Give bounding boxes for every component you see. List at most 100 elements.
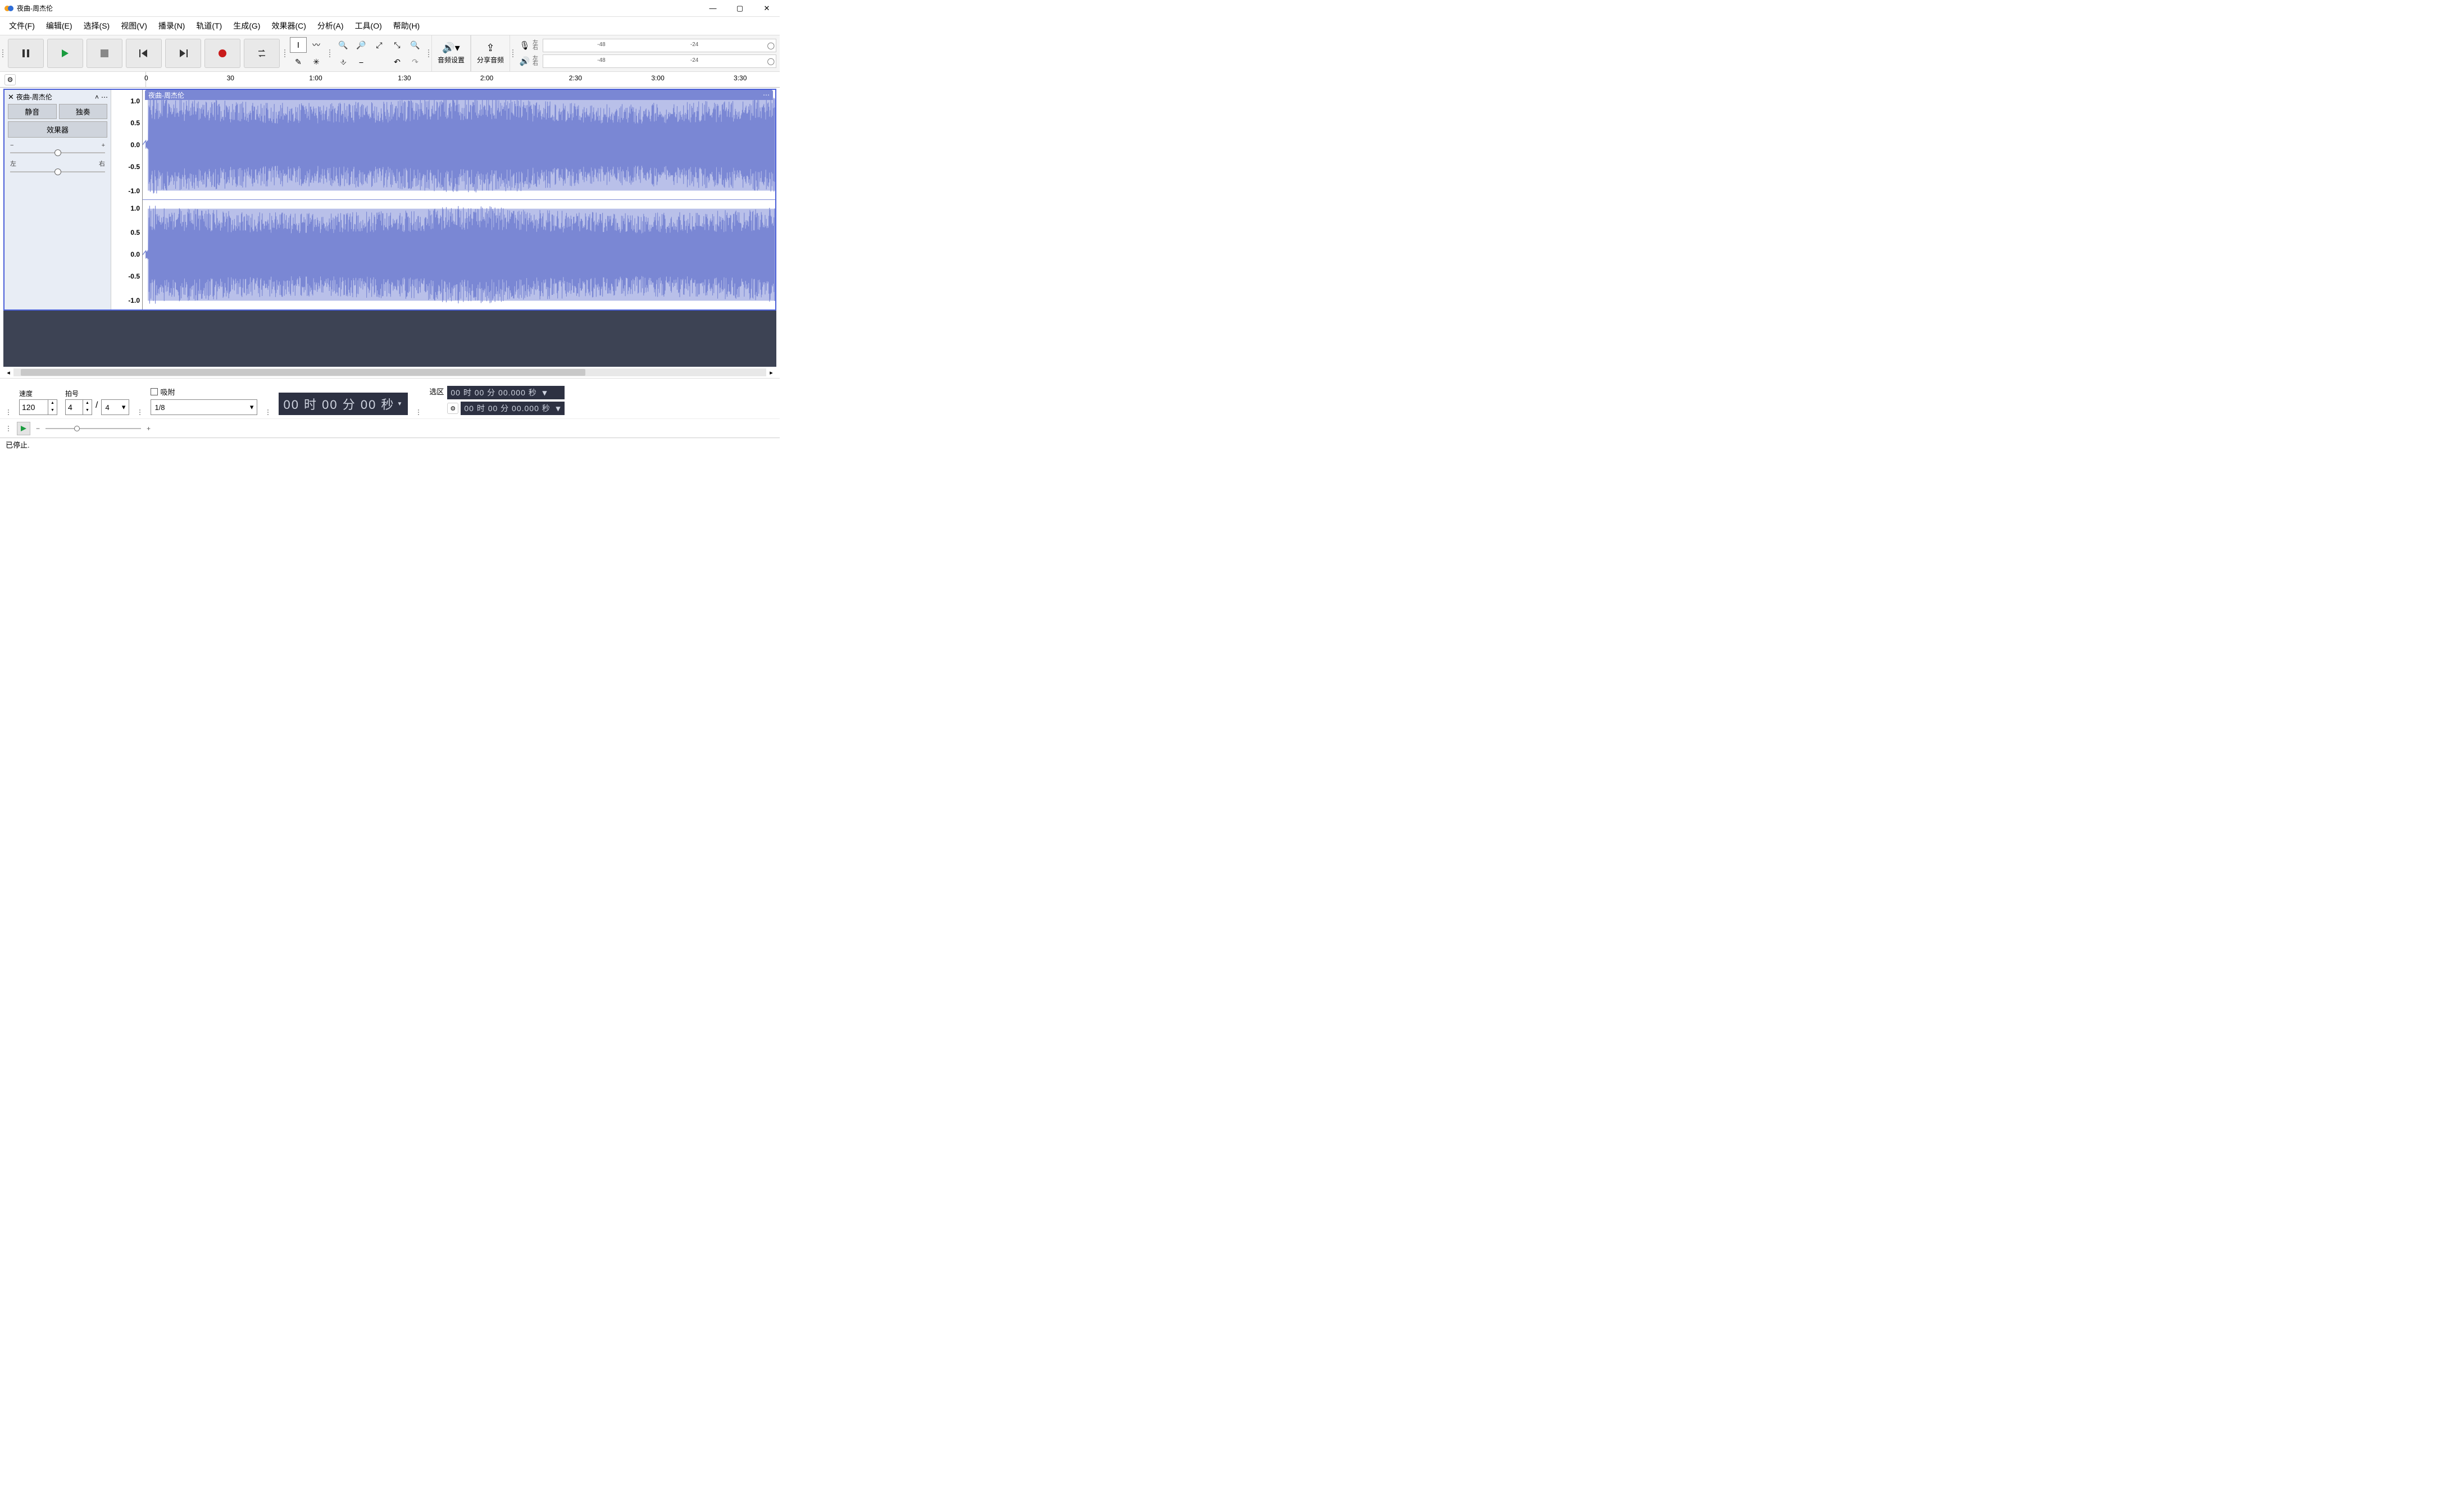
- toolbar-grip-5[interactable]: [510, 35, 516, 71]
- scroll-right-button[interactable]: ▸: [766, 369, 776, 376]
- zoom-out-button[interactable]: 🔎: [353, 37, 370, 53]
- main-timecode[interactable]: 00 时 00 分 00 秒▼: [279, 393, 408, 415]
- pan-slider[interactable]: 左右: [4, 158, 111, 177]
- loop-icon: [257, 49, 267, 58]
- track-close-button[interactable]: ✕: [8, 93, 14, 102]
- toolbar-grip-4[interactable]: [426, 35, 431, 71]
- playback-meter[interactable]: -48 -24 ◯: [543, 54, 776, 68]
- speed-grip[interactable]: [6, 426, 11, 431]
- skip-end-button[interactable]: [165, 39, 201, 68]
- horizontal-scrollbar[interactable]: ◂ ▸: [3, 367, 776, 378]
- loop-button[interactable]: [244, 39, 280, 68]
- gain-slider[interactable]: −+: [4, 141, 111, 158]
- bottom-grip-3[interactable]: [265, 409, 271, 415]
- menu-view[interactable]: 视图(V): [116, 18, 152, 34]
- silence-button[interactable]: ⎯: [353, 54, 370, 70]
- clip-title-bar[interactable]: 夜曲-周杰伦 ⋯: [145, 90, 773, 100]
- skip-start-button[interactable]: [126, 39, 162, 68]
- fit-selection-button[interactable]: ⤢: [371, 37, 388, 53]
- mic-icon[interactable]: 🎙: [519, 40, 530, 51]
- menu-tools[interactable]: 工具(O): [351, 18, 386, 34]
- toolbar-grip[interactable]: [0, 35, 6, 71]
- menu-edit[interactable]: 编辑(E): [42, 18, 77, 34]
- gain-thumb[interactable]: [54, 149, 61, 156]
- selection-settings-button[interactable]: ⚙: [447, 403, 458, 414]
- envelope-tool[interactable]: 〰: [308, 37, 325, 53]
- tempo-down[interactable]: ▼: [48, 407, 57, 415]
- bottom-grip-1[interactable]: [6, 409, 11, 415]
- playback-speaker-icon[interactable]: 🔊: [519, 56, 530, 66]
- menu-generate[interactable]: 生成(G): [229, 18, 265, 34]
- fit-project-icon: ⤡: [394, 40, 400, 50]
- rec-meter-knob-icon[interactable]: ◯: [767, 42, 775, 49]
- track-menu-button[interactable]: ⋯: [101, 93, 107, 101]
- audio-setup-button[interactable]: 🔊▾ 音频设置: [431, 35, 471, 71]
- speed-min: −: [36, 425, 40, 432]
- zoom-toggle-icon: 🔍: [410, 40, 420, 50]
- play-button[interactable]: [47, 39, 83, 68]
- mute-button[interactable]: 静音: [8, 104, 57, 119]
- menu-help[interactable]: 帮助(H): [389, 18, 424, 34]
- toolbar-grip-2[interactable]: [282, 35, 288, 71]
- track-collapse-button[interactable]: ˄: [95, 93, 99, 101]
- record-button[interactable]: [204, 39, 240, 68]
- tempo-up[interactable]: ▲: [48, 400, 57, 407]
- menu-select[interactable]: 选择(S): [79, 18, 115, 34]
- timecode-dropdown-icon[interactable]: ▼: [397, 401, 403, 407]
- menu-transport[interactable]: 播录(N): [154, 18, 189, 34]
- timesig-lower[interactable]: 4▾: [101, 399, 129, 415]
- window-close-button[interactable]: ✕: [758, 4, 775, 13]
- multi-tool[interactable]: ✳: [308, 54, 325, 70]
- menu-analyze[interactable]: 分析(A): [313, 18, 348, 34]
- tempo-input[interactable]: ▲▼: [19, 399, 57, 415]
- speed-slider[interactable]: [46, 428, 141, 429]
- pan-thumb[interactable]: [54, 168, 61, 175]
- skip-end-icon: [179, 49, 188, 57]
- zoom-toggle-button[interactable]: 🔍: [407, 37, 424, 53]
- fit-project-button[interactable]: ⤡: [389, 37, 406, 53]
- zoom-in-button[interactable]: 🔍: [335, 37, 352, 53]
- record-meter[interactable]: -48 -24 ◯: [543, 39, 776, 52]
- chevron-down-icon: ▾: [250, 403, 254, 412]
- draw-tool[interactable]: ✎: [290, 54, 307, 70]
- timeline-settings-button[interactable]: ⚙: [4, 74, 16, 85]
- solo-button[interactable]: 独奏: [59, 104, 108, 119]
- redo-button[interactable]: ↷: [407, 54, 424, 70]
- snap-checkbox[interactable]: 吸附: [151, 386, 257, 397]
- menu-file[interactable]: 文件(F): [4, 18, 39, 34]
- clip-menu-button[interactable]: ⋯: [763, 91, 770, 99]
- empty-track-area[interactable]: [3, 311, 776, 367]
- toolbar-grip-3[interactable]: [327, 35, 333, 71]
- play-at-speed-button[interactable]: [17, 422, 30, 435]
- undo-button[interactable]: ↶: [389, 54, 406, 70]
- speed-thumb[interactable]: [74, 426, 80, 431]
- selection-start-timecode[interactable]: 00 时 00 分 00.000 秒 ▼: [447, 386, 564, 399]
- waveform-view[interactable]: 夜曲-周杰伦 ⋯: [143, 90, 775, 309]
- selection-end-timecode[interactable]: 00 时 00 分 00.000 秒 ▼: [461, 402, 564, 415]
- bottom-grip-2[interactable]: [137, 409, 143, 415]
- menu-effect[interactable]: 效果器(C): [267, 18, 310, 34]
- window-maximize-button[interactable]: ▢: [731, 4, 748, 13]
- pause-icon: [21, 49, 30, 58]
- share-audio-button[interactable]: ⇪ 分享音频: [471, 35, 510, 71]
- app-logo-icon: [4, 4, 13, 13]
- scroll-left-button[interactable]: ◂: [3, 369, 13, 376]
- timeline-ruler[interactable]: 0 30 1:00 1:30 2:00 2:30 3:00 3:30: [146, 72, 780, 87]
- bottom-grip-4[interactable]: [416, 409, 421, 415]
- track-control-panel: ✕ 夜曲-周杰伦 ˄ ⋯ 静音 独奏 效果器 −+ 左右: [4, 90, 111, 309]
- menu-bar: 文件(F) 编辑(E) 选择(S) 视图(V) 播录(N) 轨道(T) 生成(G…: [0, 17, 780, 35]
- snap-value-combo[interactable]: 1/8▾: [151, 399, 257, 415]
- menu-tracks[interactable]: 轨道(T): [192, 18, 226, 34]
- scroll-thumb[interactable]: [21, 369, 585, 376]
- ibeam-icon: Ⅰ: [297, 40, 299, 50]
- pause-button[interactable]: [8, 39, 44, 68]
- window-minimize-button[interactable]: —: [704, 4, 721, 13]
- track-effects-button[interactable]: 效果器: [8, 121, 107, 138]
- timesig-upper[interactable]: ▲▼: [65, 399, 92, 415]
- tempo-value[interactable]: [20, 403, 48, 412]
- trim-button[interactable]: ⎀: [335, 54, 352, 70]
- play-meter-knob-icon[interactable]: ◯: [767, 57, 775, 65]
- selection-tool[interactable]: Ⅰ: [290, 37, 307, 53]
- stop-button[interactable]: [87, 39, 122, 68]
- track-name[interactable]: 夜曲-周杰伦: [16, 92, 93, 102]
